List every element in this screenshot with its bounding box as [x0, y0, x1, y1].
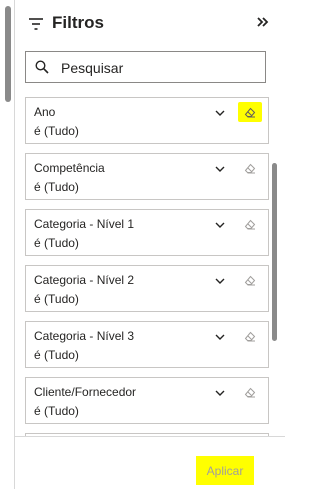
filter-name: Categoria - Nível 3 — [34, 329, 135, 343]
chevron-down-icon[interactable] — [214, 218, 226, 230]
eraser-icon[interactable] — [238, 158, 262, 178]
filter-value: é (Tudo) — [34, 236, 79, 250]
left-panel-edge — [0, 0, 15, 489]
filter-name: Ano — [34, 105, 56, 119]
filter-name: Categoria - Nível 1 — [34, 217, 135, 231]
filter-list-scrollbar-thumb[interactable] — [272, 163, 277, 341]
pane-title: Filtros — [52, 13, 104, 32]
eraser-icon[interactable] — [238, 102, 262, 122]
filter-name: Cliente/Fornecedor — [34, 385, 137, 399]
filter-card-ano[interactable]: Ano é (Tudo) — [25, 97, 269, 144]
eraser-icon[interactable] — [238, 214, 262, 234]
chevron-down-icon[interactable] — [214, 162, 226, 174]
apply-button[interactable]: Aplicar — [196, 456, 254, 485]
eraser-icon[interactable] — [238, 326, 262, 346]
filters-header: Filtros — [15, 0, 285, 44]
filter-card-categoria-nivel-1[interactable]: Categoria - Nível 1 é (Tudo) — [25, 209, 269, 256]
filter-list: Ano é (Tudo) Competência é (Tudo) Catego… — [15, 90, 285, 436]
filter-value: é (Tudo) — [34, 124, 79, 138]
filter-card-competencia[interactable]: Competência é (Tudo) — [25, 153, 269, 200]
filter-card-categoria-nivel-2[interactable]: Categoria - Nível 2 é (Tudo) — [25, 265, 269, 312]
filter-card-cliente-fornecedor[interactable]: Cliente/Fornecedor é (Tudo) — [25, 377, 269, 424]
footer-divider — [15, 436, 285, 437]
chevron-down-icon[interactable] — [214, 330, 226, 342]
filter-value: é (Tudo) — [34, 292, 79, 306]
filter-value: é (Tudo) — [34, 404, 79, 418]
eraser-icon[interactable] — [238, 382, 262, 402]
chevron-down-icon[interactable] — [214, 274, 226, 286]
search-icon — [35, 60, 49, 74]
chevron-down-icon[interactable] — [214, 106, 226, 118]
left-scrollbar-thumb[interactable] — [5, 6, 11, 102]
search-input[interactable]: Pesquisar — [25, 51, 266, 83]
chevron-down-icon[interactable] — [214, 386, 226, 398]
funnel-icon — [29, 17, 43, 30]
double-chevron-right-icon[interactable] — [255, 14, 271, 30]
filter-value: é (Tudo) — [34, 348, 79, 362]
search-placeholder: Pesquisar — [61, 60, 124, 76]
eraser-icon[interactable] — [238, 270, 262, 290]
filter-name: Competência — [34, 161, 105, 175]
filter-card-categoria-nivel-3[interactable]: Categoria - Nível 3 é (Tudo) — [25, 321, 269, 368]
filter-value: é (Tudo) — [34, 180, 79, 194]
filter-name: Categoria - Nível 2 — [34, 273, 135, 287]
